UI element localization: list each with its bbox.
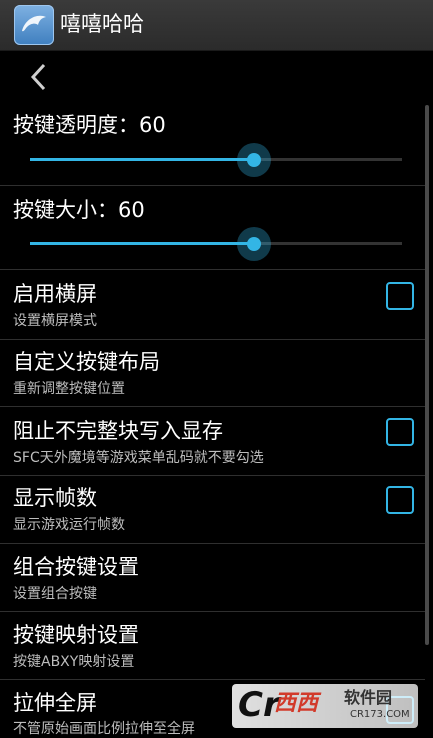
opacity-slider-thumb[interactable] [237,143,271,177]
divider [0,475,425,476]
setting-subtitle: 设置组合按键 [13,586,97,602]
setting-title: 按键映射设置 [13,623,139,647]
landscape-checkbox[interactable] [386,282,414,310]
divider [0,269,425,270]
setting-subtitle: 设置横屏模式 [13,313,97,329]
setting-subtitle: 按键ABXY映射设置 [13,654,135,670]
show-fps-checkbox[interactable] [386,486,414,514]
chevron-left-icon [30,63,46,91]
divider [0,185,425,186]
setting-title: 启用横屏 [13,282,97,306]
divider [0,543,425,544]
back-button[interactable] [24,60,54,94]
divider [0,679,425,680]
setting-subtitle: 不管原始画面比例拉伸至全屏 [13,721,195,737]
setting-subtitle: SFC天外魔境等游戏菜单乱码就不要勾选 [13,450,264,466]
scrollbar[interactable] [425,105,429,645]
app-title: 嘻嘻哈哈 [60,12,144,36]
block-incomplete-checkbox[interactable] [386,418,414,446]
watermark: Cr 西西 软件园 CR173.COM [232,684,418,728]
setting-title: 拉伸全屏 [13,691,97,715]
divider [0,339,425,340]
watermark-domain: CR173.COM [350,709,410,720]
divider [0,406,425,407]
setting-title: 组合按键设置 [13,555,139,579]
divider [0,611,425,612]
watermark-logo-mark: 西西 [274,691,319,716]
setting-title: 阻止不完整块写入显存 [13,419,223,443]
size-slider-thumb[interactable] [237,227,271,261]
back-row [0,50,433,105]
size-slider-fill [30,242,254,245]
dolphin-icon [22,15,46,32]
opacity-label: 按键透明度：60 [13,113,166,137]
setting-subtitle: 重新调整按键位置 [13,381,125,397]
size-label: 按键大小：60 [13,198,145,222]
watermark-name: 软件园 [344,688,393,707]
title-bar: 嘻嘻哈哈 [0,0,433,51]
opacity-slider[interactable] [30,143,402,177]
setting-subtitle: 显示游戏运行帧数 [13,517,125,533]
opacity-slider-fill [30,158,254,161]
setting-title: 自定义按键布局 [13,350,160,374]
size-slider[interactable] [30,227,402,261]
setting-title: 显示帧数 [13,486,97,510]
app-icon[interactable] [14,5,54,45]
